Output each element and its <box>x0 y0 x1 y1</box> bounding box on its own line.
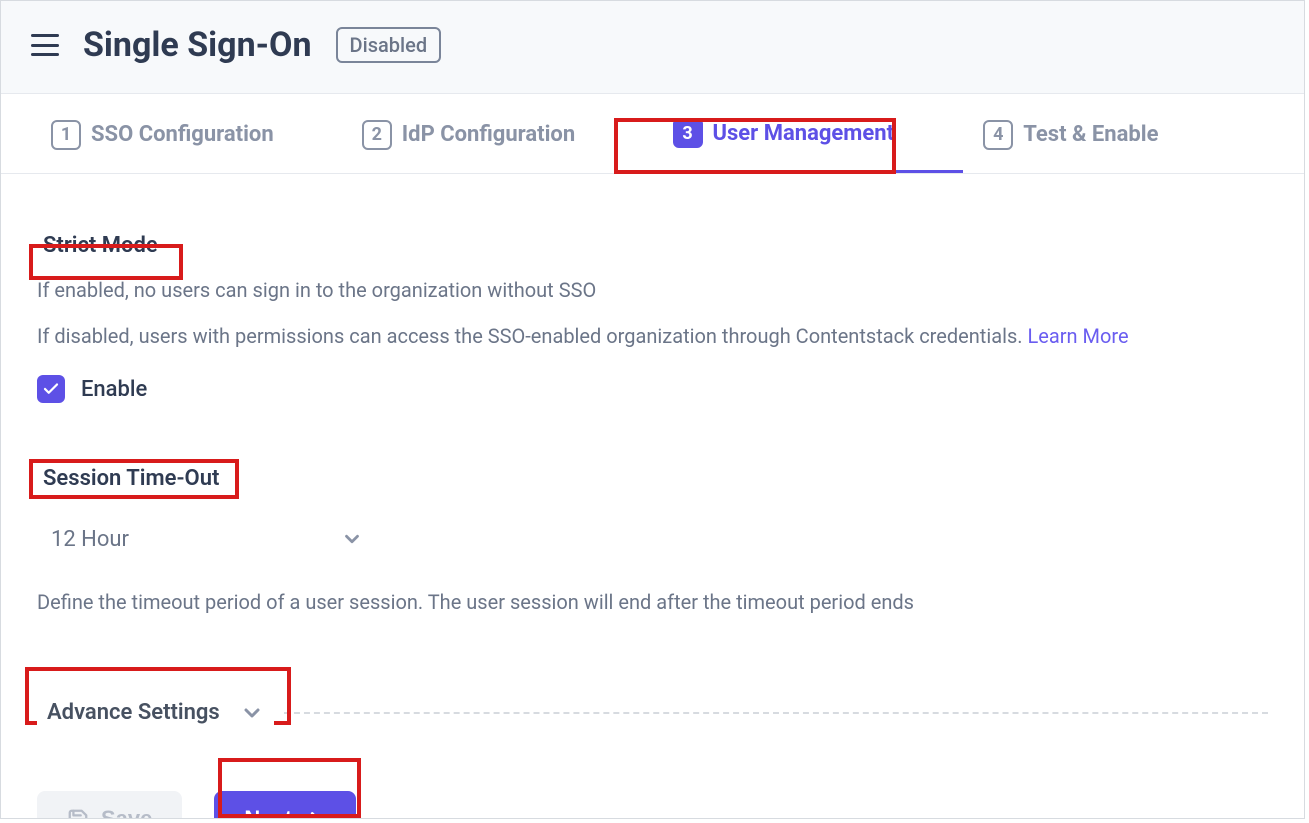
strict-mode-checkbox-label: Enable <box>81 377 147 402</box>
next-button-label: Next <box>244 806 292 819</box>
save-icon <box>67 808 89 819</box>
tab-label: User Management <box>713 121 895 146</box>
advance-settings-label: Advance Settings <box>47 700 220 725</box>
save-button-label: Save <box>101 806 152 819</box>
session-timeout-value: 12 Hour <box>51 527 129 552</box>
strict-mode-checkbox[interactable] <box>37 375 65 403</box>
tab-test-enable[interactable]: 4 Test & Enable <box>963 94 1274 173</box>
divider <box>284 712 1268 714</box>
learn-more-link[interactable]: Learn More <box>1028 324 1129 348</box>
tab-idp-configuration[interactable]: 2 IdP Configuration <box>342 94 653 173</box>
advance-settings-toggle[interactable]: Advance Settings <box>37 694 274 731</box>
tab-user-management[interactable]: 3 User Management <box>653 94 964 173</box>
tab-sso-configuration[interactable]: 1 SSO Configuration <box>31 94 342 173</box>
session-timeout-heading: Session Time-Out <box>37 463 225 494</box>
next-button[interactable]: Next <box>214 791 356 819</box>
step-number: 3 <box>673 118 703 148</box>
chevron-down-icon <box>341 528 363 550</box>
step-number: 2 <box>362 120 392 150</box>
strict-mode-desc-disabled: If disabled, users with permissions can … <box>37 319 1268 353</box>
tab-label: Test & Enable <box>1023 122 1158 147</box>
menu-icon[interactable] <box>31 34 59 56</box>
session-timeout-select[interactable]: 12 Hour <box>37 514 377 564</box>
session-timeout-help: Define the timeout period of a user sess… <box>37 590 1268 614</box>
tab-label: IdP Configuration <box>402 122 575 147</box>
save-button: Save <box>37 791 182 819</box>
page-title: Single Sign-On <box>83 25 312 65</box>
step-tabs: 1 SSO Configuration 2 IdP Configuration … <box>1 94 1304 174</box>
chevron-down-icon <box>240 701 264 725</box>
tab-label: SSO Configuration <box>91 122 274 147</box>
strict-mode-heading: Strict Mode <box>37 230 164 261</box>
step-number: 4 <box>983 120 1013 150</box>
step-number: 1 <box>51 120 81 150</box>
strict-mode-desc-enabled: If enabled, no users can sign in to the … <box>37 273 1268 307</box>
check-icon <box>42 380 60 398</box>
chevron-right-icon <box>304 808 326 819</box>
status-badge: Disabled <box>336 27 442 63</box>
